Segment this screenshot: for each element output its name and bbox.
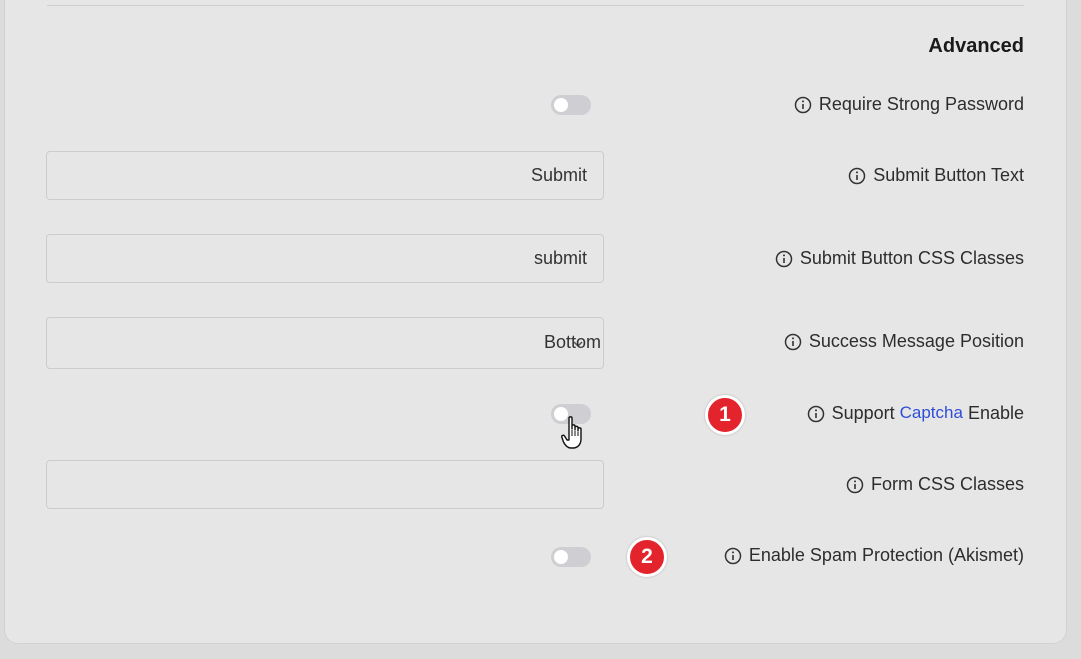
info-icon[interactable] (794, 96, 812, 114)
divider (47, 5, 1024, 6)
section-title: Advanced (928, 35, 1024, 57)
spam-protection-label: Enable Spam Protection (Akismet) (724, 545, 1024, 566)
toggle-knob (554, 98, 568, 112)
info-icon[interactable] (775, 250, 793, 268)
spam-protection-toggle[interactable] (551, 547, 591, 567)
info-icon[interactable] (848, 167, 866, 185)
info-icon[interactable] (807, 405, 825, 423)
label-text: Submit Button Text (873, 165, 1024, 185)
info-icon[interactable] (724, 547, 742, 565)
label-text: Enable Spam Protection (Akismet) (748, 545, 1024, 565)
label-text: Success Message Position (808, 331, 1024, 351)
submit-button-css-classes-label: Submit Button CSS Classes (775, 248, 1024, 269)
form-css-classes-label: Form CSS Classes (846, 474, 1024, 495)
hand-pointer-cursor-icon (561, 416, 582, 449)
require-strong-password-toggle[interactable] (551, 95, 591, 115)
label-text-before: Support (831, 403, 895, 423)
info-icon[interactable] (846, 476, 864, 494)
label-text: Submit Button CSS Classes (799, 248, 1024, 268)
submit-button-text-input[interactable] (46, 151, 604, 200)
label-text: Require Strong Password (818, 94, 1024, 114)
info-icon[interactable] (784, 333, 802, 351)
submit-button-text-label: Submit Button Text (848, 165, 1024, 186)
submit-button-css-classes-input[interactable] (46, 234, 604, 283)
label-text-after: Enable (967, 403, 1024, 423)
form-css-classes-input[interactable] (46, 460, 604, 509)
toggle-knob (554, 550, 568, 564)
select-value: Bottom (543, 332, 601, 352)
success-message-position-select[interactable]: Bottom (46, 317, 604, 369)
step-badge-1: 1 (705, 395, 745, 435)
support-captcha-label: Support Captcha Enable (807, 403, 1024, 424)
captcha-link[interactable]: Captcha (900, 403, 963, 423)
step-badge-2: 2 (627, 537, 667, 577)
label-text: Form CSS Classes (870, 474, 1024, 494)
require-strong-password-label: Require Strong Password (794, 94, 1024, 115)
success-message-position-label: Success Message Position (784, 331, 1024, 352)
